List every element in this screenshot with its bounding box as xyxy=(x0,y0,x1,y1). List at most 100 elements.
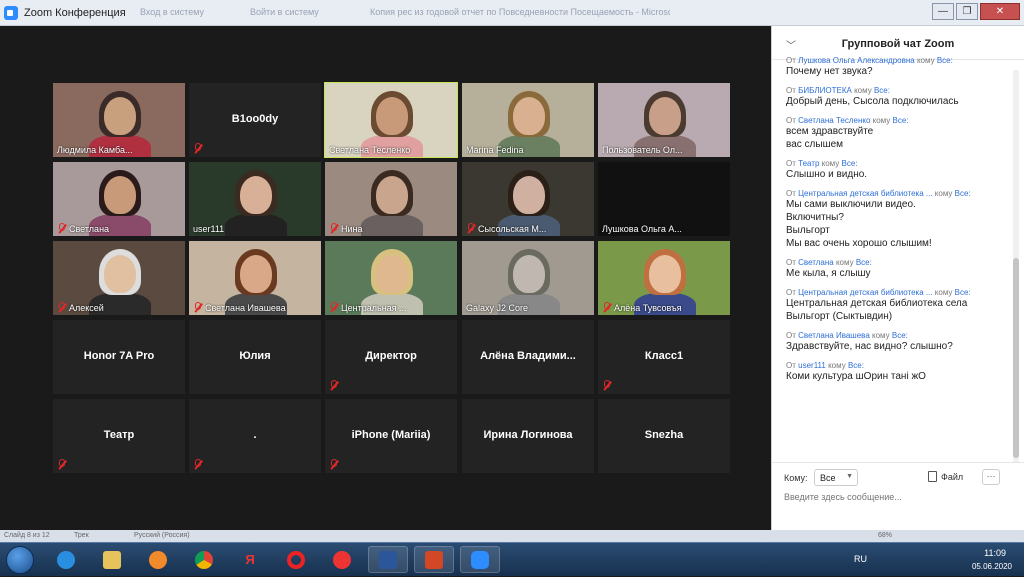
recipient-select[interactable]: Все ▼ xyxy=(814,469,858,486)
zoom-taskbar-icon[interactable] xyxy=(460,546,500,573)
opera-icon[interactable] xyxy=(276,546,316,573)
video-gallery: Людмила Камба... B1oo0dy Светлана Тесленко… xyxy=(0,26,771,530)
message-sender[interactable]: БИБЛИОТЕКА xyxy=(798,86,852,95)
participant-tile[interactable]: Сысольская М... xyxy=(462,162,594,236)
message-sender[interactable]: Светлана Тесленко xyxy=(798,116,870,125)
chrome-icon[interactable] xyxy=(184,546,224,573)
background-tab: Копия рес из годовой отчет по Повседневн… xyxy=(370,7,670,17)
participant-name: Алёна Владими... xyxy=(480,350,576,362)
word-icon[interactable] xyxy=(368,546,408,573)
ie-icon[interactable] xyxy=(46,546,86,573)
message-recipient: Все: xyxy=(847,361,864,370)
participant-tile[interactable]: Ирина Логинова xyxy=(462,399,594,473)
muted-mic-icon xyxy=(602,380,611,390)
muted-mic-icon xyxy=(329,380,338,390)
message-recipient: Все: xyxy=(892,116,909,125)
scrollbar-thumb[interactable] xyxy=(1013,258,1019,458)
message-sender[interactable]: Светлана xyxy=(798,258,834,267)
participant-name: Marina Fedina xyxy=(466,145,524,155)
from-word: От xyxy=(786,56,796,65)
chat-message: От Светлана Тесленко кому Все: всем здрав… xyxy=(786,116,1012,151)
to-word: кому xyxy=(934,288,953,297)
participant-name: Ирина Логинова xyxy=(483,429,573,441)
message-sender[interactable]: Светлана Ивашева xyxy=(798,331,870,340)
explorer-icon[interactable] xyxy=(92,546,132,573)
message-text: Коми культура шОрин тані жО xyxy=(786,371,926,382)
participant-name: iPhone (Mariia) xyxy=(351,429,431,441)
file-button[interactable]: Файл xyxy=(928,471,963,482)
message-recipient: Все: xyxy=(936,56,953,65)
message-sender[interactable]: user111 xyxy=(798,361,826,370)
participant-tile[interactable]: Marina Fedina xyxy=(462,83,594,157)
participant-tile[interactable]: Центральная ... xyxy=(325,241,457,315)
chat-messages: От Лушкова Ольга Александровна кому Все:… xyxy=(772,56,1012,461)
yandex-browser-icon[interactable]: Я xyxy=(230,546,270,573)
clock-date[interactable]: 05.06.2020 xyxy=(972,562,1012,571)
participant-tile[interactable]: . xyxy=(189,399,321,473)
recipient-value: Все xyxy=(820,473,836,483)
taskbar: Я RU 11:09 05.06.2020 xyxy=(0,542,1024,576)
participant-tile[interactable]: iPhone (Mariia) xyxy=(325,399,457,473)
chat-header: ﹀ Групповой чат Zoom xyxy=(772,26,1024,60)
participant-tile[interactable]: B1oo0dy xyxy=(189,83,321,157)
participant-name: Театр xyxy=(103,429,135,441)
message-text: Выльгорт (Сыктывдин) xyxy=(786,311,893,322)
muted-mic-icon xyxy=(329,459,338,469)
from-word: От xyxy=(786,288,796,297)
participant-tile[interactable]: Лушкова Ольга А... xyxy=(598,162,730,236)
media-player-icon[interactable] xyxy=(138,546,178,573)
participant-tile[interactable]: Театр xyxy=(53,399,185,473)
minimize-button[interactable]: — xyxy=(932,3,954,20)
language-indicator[interactable]: RU xyxy=(854,554,867,564)
muted-mic-icon xyxy=(193,459,202,469)
participant-tile[interactable]: Honor 7A Pro xyxy=(53,320,185,394)
participant-tile[interactable]: Алексей xyxy=(53,241,185,315)
participant-tile[interactable]: user111 xyxy=(189,162,321,236)
clock-time[interactable]: 11:09 xyxy=(984,548,1006,558)
muted-mic-icon xyxy=(466,223,475,233)
participant-tile[interactable]: Алёна Тувсовъя xyxy=(598,241,730,315)
participant-tile[interactable]: Светлана Ивашева xyxy=(189,241,321,315)
participant-tile[interactable]: Galaxy J2 Core xyxy=(462,241,594,315)
participant-tile[interactable]: Директор xyxy=(325,320,457,394)
more-options-button[interactable]: ··· xyxy=(982,469,1000,485)
message-text: Мы сами выключили видео. xyxy=(786,199,916,210)
participant-tile[interactable]: Snezha xyxy=(598,399,730,473)
message-sender[interactable]: Лушкова Ольга Александровна xyxy=(798,56,915,65)
participant-tile[interactable]: Юлия xyxy=(189,320,321,394)
chat-scrollbar[interactable] xyxy=(1013,70,1019,462)
window-title: Zoom Конференция xyxy=(24,7,126,19)
participant-tile[interactable]: Класс1 xyxy=(598,320,730,394)
close-button[interactable]: ✕ xyxy=(980,3,1020,20)
participant-tile[interactable]: Людмила Камба... xyxy=(53,83,185,157)
participant-name: Honor 7A Pro xyxy=(83,350,155,362)
message-text: Почему нет звука? xyxy=(786,66,873,77)
participant-tile[interactable]: Нина xyxy=(325,162,457,236)
participant-tile[interactable]: Светлана xyxy=(53,162,185,236)
start-button[interactable] xyxy=(6,546,34,574)
message-recipient: Все: xyxy=(841,159,858,168)
yandex-icon[interactable] xyxy=(322,546,362,573)
participant-tile[interactable]: Светлана Тесленко xyxy=(324,82,458,158)
chat-footer: Кому: Все ▼ Файл ··· xyxy=(772,462,1024,530)
slide-indicator: Слайд 8 из 12 xyxy=(4,532,50,539)
background-tab: Войти в систему xyxy=(250,7,319,17)
to-word: кому xyxy=(916,56,935,65)
message-sender[interactable]: Центральная детская библиотека ... xyxy=(798,288,932,297)
to-word: кому xyxy=(872,331,890,340)
participant-tile[interactable]: Алёна Владими... xyxy=(462,320,594,394)
chat-title: Групповой чат Zoom xyxy=(841,38,955,50)
chevron-down-icon: ▼ xyxy=(846,473,853,480)
restore-button[interactable]: ❐ xyxy=(956,3,978,20)
background-status-bar: Слайд 8 из 12 Трек Русский (Россия) 68% xyxy=(0,530,1024,542)
powerpoint-icon[interactable] xyxy=(414,546,454,573)
chat-message-input[interactable] xyxy=(784,492,984,502)
message-sender[interactable]: Театр xyxy=(798,159,819,168)
participant-tile[interactable]: Пользователь Ол... xyxy=(598,83,730,157)
message-recipient: Все: xyxy=(891,331,908,340)
message-meta: От Центральная детская библиотека ... ко… xyxy=(786,189,1012,198)
participant-name: Galaxy J2 Core xyxy=(466,303,529,313)
to-label: Кому: xyxy=(784,473,808,483)
muted-mic-icon xyxy=(329,302,338,312)
message-sender[interactable]: Центральная детская библиотека ... xyxy=(798,189,932,198)
